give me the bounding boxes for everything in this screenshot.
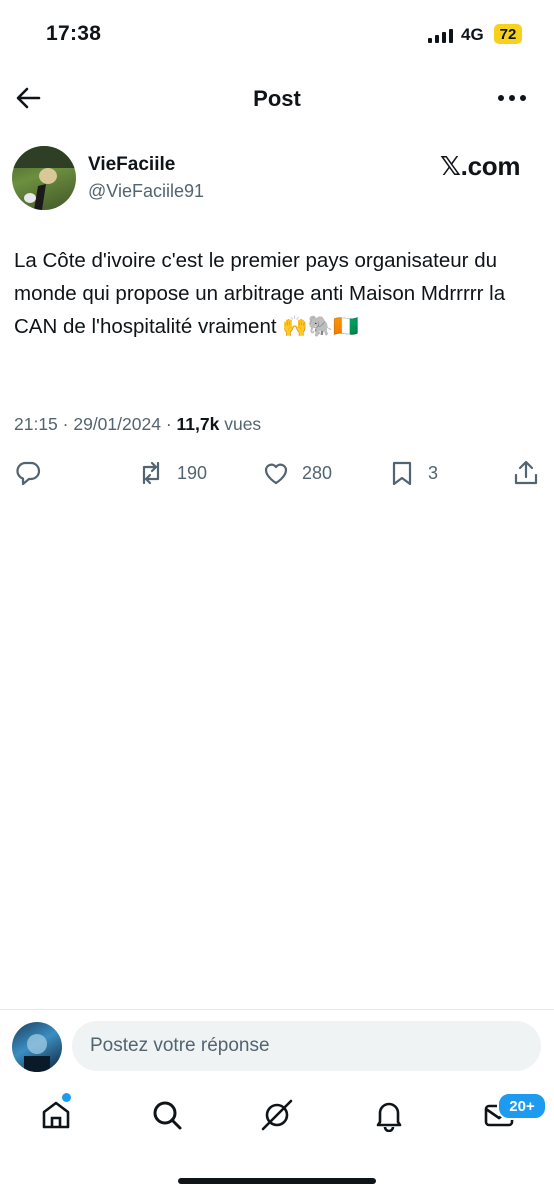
repost-button[interactable]: 190	[137, 458, 207, 488]
more-options-icon[interactable]	[496, 88, 528, 108]
page-title: Post	[253, 86, 301, 111]
notifications-bell-icon[interactable]	[372, 1098, 406, 1133]
author-avatar[interactable]	[12, 146, 76, 210]
heart-icon	[264, 463, 288, 485]
battery-icon: 72	[494, 24, 522, 44]
view-count[interactable]: 11,7k	[177, 414, 220, 434]
status-time: 17:38	[46, 22, 102, 45]
tweet-date: 29/01/2024	[73, 414, 161, 434]
signal-icon	[428, 27, 453, 43]
network-type: 4G	[461, 25, 484, 44]
tweet-meta: 21:15 · 29/01/2024 · 11,7k vues	[14, 414, 262, 434]
tweet-time: 21:15	[14, 414, 58, 434]
views-label: vues	[224, 414, 262, 434]
reply-input[interactable]: Postez votre réponse	[72, 1021, 541, 1071]
author-handle[interactable]: @VieFaciile91	[88, 181, 204, 202]
share-button[interactable]	[512, 458, 540, 488]
author-name[interactable]: VieFaciile	[88, 154, 175, 176]
reply-icon	[16, 461, 41, 486]
divider	[0, 1009, 554, 1010]
bookmark-button[interactable]: 3	[388, 458, 438, 488]
tweet-text: La Côte d'ivoire c'est le premier pays o…	[14, 249, 506, 338]
bookmark-icon	[392, 461, 412, 486]
reply-button[interactable]	[14, 458, 42, 488]
repost-icon	[142, 461, 160, 485]
messages-badge: 20+	[497, 1092, 547, 1120]
home-icon[interactable]	[39, 1098, 73, 1132]
repost-count: 190	[177, 462, 208, 483]
bookmark-count: 3	[428, 462, 439, 483]
search-icon[interactable]	[150, 1098, 184, 1132]
like-count: 280	[302, 462, 333, 483]
grok-icon[interactable]	[260, 1098, 294, 1132]
share-icon	[514, 460, 538, 485]
notification-dot	[62, 1093, 71, 1102]
source-label[interactable]: 𝕏.com	[440, 151, 520, 182]
user-avatar[interactable]	[12, 1022, 62, 1072]
like-button[interactable]: 280	[262, 458, 332, 488]
home-indicator	[178, 1178, 376, 1184]
